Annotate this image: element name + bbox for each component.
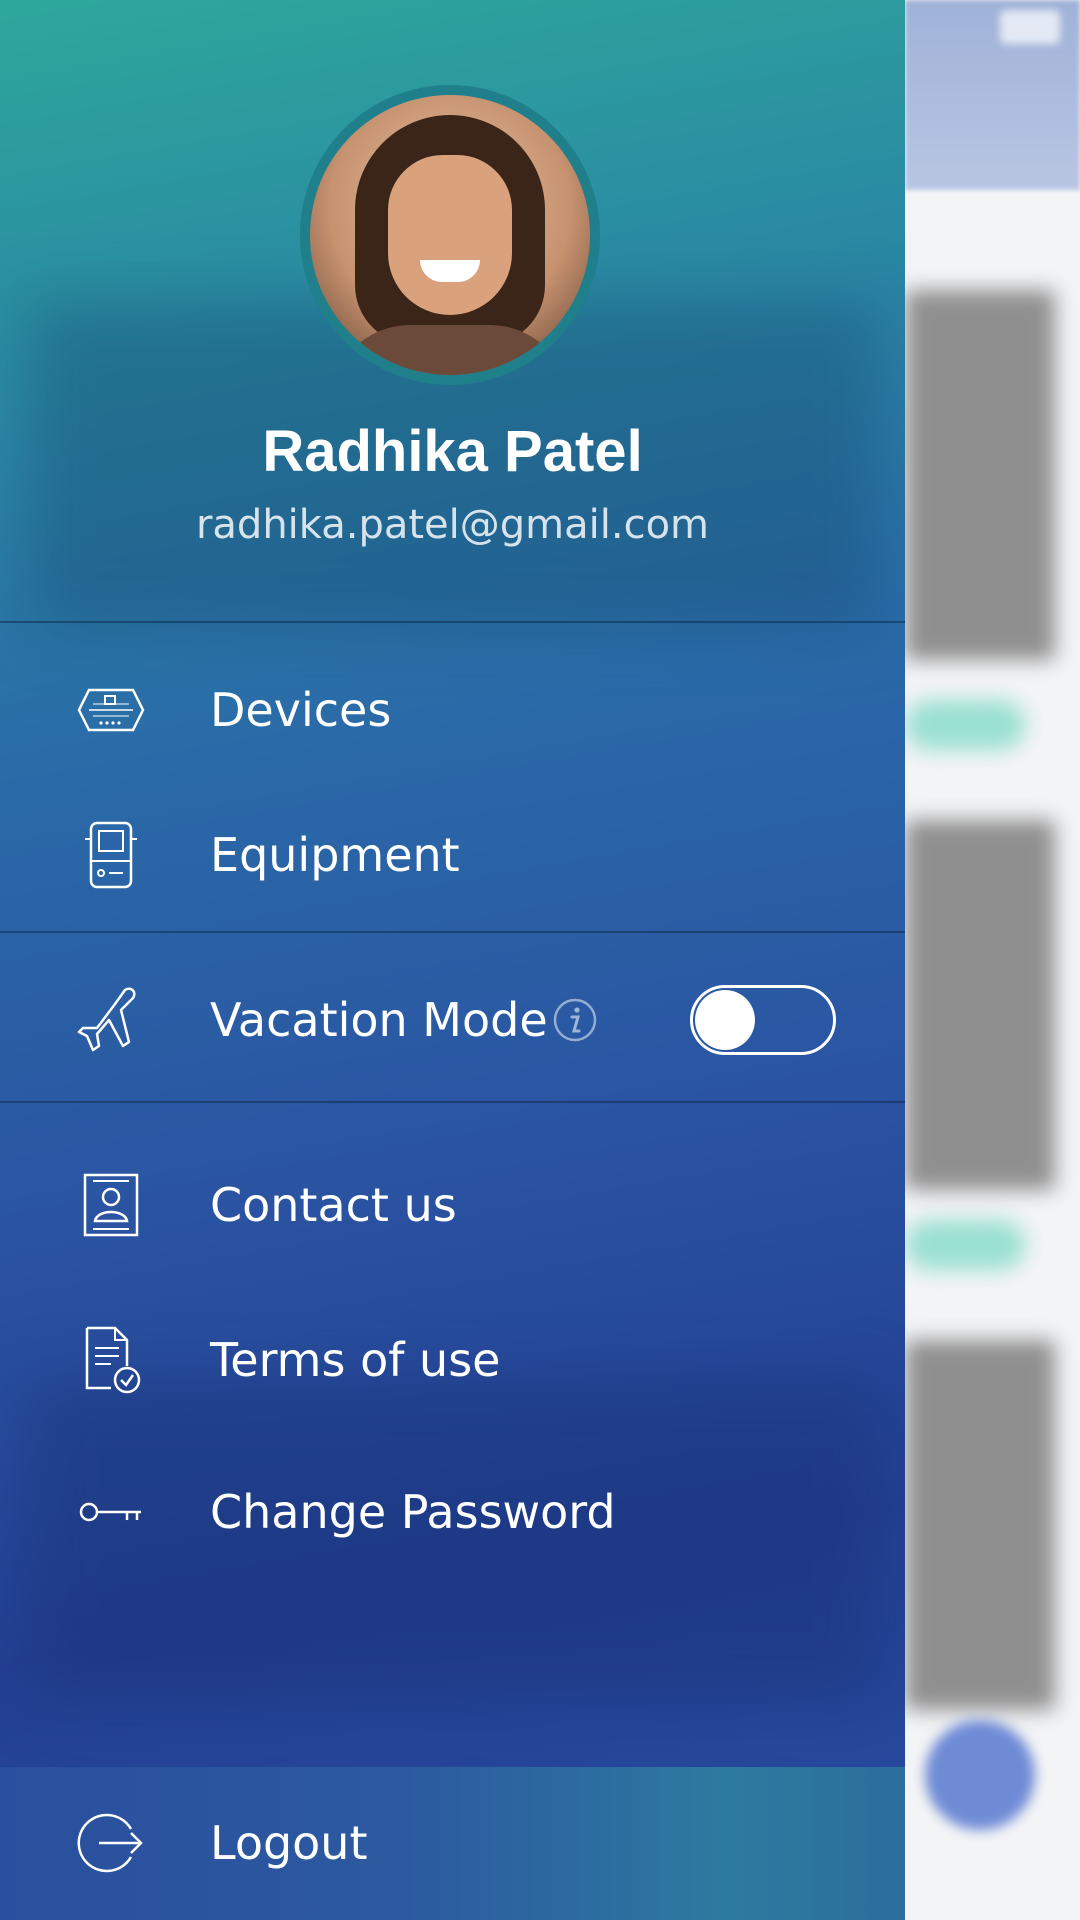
menu-item-change-password[interactable]: Change Password xyxy=(0,1452,905,1572)
background-status-bar xyxy=(1000,10,1060,44)
menu-item-terms-of-use[interactable]: Terms of use xyxy=(0,1300,905,1420)
background-pill xyxy=(905,700,1025,750)
background-card xyxy=(905,290,1055,660)
info-icon[interactable] xyxy=(552,997,598,1043)
airplane-icon xyxy=(77,987,136,1052)
background-card xyxy=(905,820,1055,1190)
menu-item-logout[interactable]: Logout xyxy=(0,1783,905,1903)
menu-label-logout: Logout xyxy=(210,1816,368,1870)
contact-icon xyxy=(83,1173,139,1237)
background-card xyxy=(905,1340,1055,1710)
menu-label-change-password: Change Password xyxy=(210,1485,616,1539)
devices-icon xyxy=(77,688,145,732)
key-icon xyxy=(79,1502,141,1522)
navigation-drawer: Radhika Patel radhika.patel@gmail.com De… xyxy=(0,0,905,1920)
avatar[interactable] xyxy=(300,85,600,385)
menu-label-contact-us: Contact us xyxy=(210,1178,457,1232)
menu-label-terms-of-use: Terms of use xyxy=(210,1333,501,1387)
menu-item-devices[interactable]: Devices xyxy=(0,650,905,770)
user-name: Radhika Patel xyxy=(262,419,643,484)
avatar-photo xyxy=(310,95,590,375)
menu-label-vacation-mode: Vacation Mode xyxy=(210,993,548,1047)
divider xyxy=(0,1101,905,1103)
menu-item-vacation-mode: Vacation Mode xyxy=(0,960,905,1080)
menu-label-equipment: Equipment xyxy=(210,828,460,882)
toggle-knob xyxy=(695,990,755,1050)
background-app-content xyxy=(905,0,1080,1920)
equipment-icon xyxy=(85,821,137,889)
menu-item-contact-us[interactable]: Contact us xyxy=(0,1145,905,1265)
menu-item-equipment[interactable]: Equipment xyxy=(0,795,905,915)
logout-icon xyxy=(77,1813,143,1873)
divider xyxy=(0,621,905,623)
document-check-icon xyxy=(85,1326,141,1394)
user-email: radhika.patel@gmail.com xyxy=(195,502,710,548)
menu-label-devices: Devices xyxy=(210,683,392,737)
logout-bar: Logout xyxy=(0,1767,905,1920)
background-pill xyxy=(905,1220,1025,1270)
divider xyxy=(0,931,905,933)
background-fab xyxy=(925,1720,1035,1830)
vacation-mode-toggle[interactable] xyxy=(690,985,836,1055)
